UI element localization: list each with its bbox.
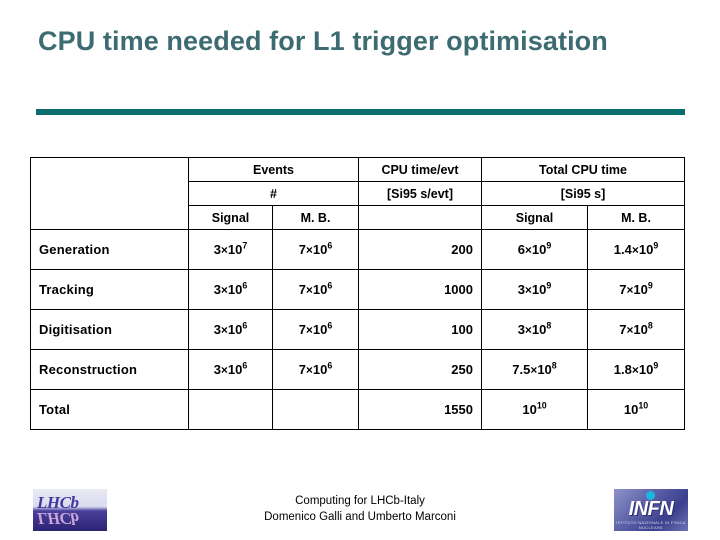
- lhcb-logo: LHCb LHCb: [33, 489, 107, 531]
- cell-events-signal: 3×106: [188, 349, 273, 390]
- cell-total-mb: 1.8×109: [586, 349, 686, 390]
- row-stage-label: Tracking: [30, 269, 189, 310]
- cell-total-signal: 3×109: [481, 269, 588, 310]
- lhcb-logo-text: LHCb: [37, 493, 79, 512]
- cell-total-signal: 1010: [481, 389, 588, 430]
- cell-events-signal: 3×107: [188, 229, 273, 270]
- table-row: Tracking 3×106 7×106 1000 3×109 7×109: [30, 269, 686, 310]
- cell-cpu-time-per-evt: 100: [358, 309, 482, 350]
- cell-events-signal: 3×106: [188, 269, 273, 310]
- header-sub-events-mb: M. B.: [272, 205, 359, 230]
- header-sub-cpu-blank: [358, 205, 482, 230]
- cell-events-signal: [188, 389, 273, 430]
- cell-cpu-time-per-evt: 1550: [358, 389, 482, 430]
- cell-cpu-time-per-evt: 250: [358, 349, 482, 390]
- table-row: Total 1550 1010 1010: [30, 389, 686, 430]
- header-unit-cpu-time-per-evt: [Si95 s/evt]: [358, 181, 482, 206]
- footer-line-1: Computing for LHCb-Italy: [295, 495, 425, 507]
- cell-events-mb: 7×106: [272, 269, 359, 310]
- header-sub-total-mb: M. B.: [586, 205, 686, 230]
- cell-total-signal: 3×108: [481, 309, 588, 350]
- header-group-cpu-time-per-evt: CPU time/evt: [358, 157, 482, 182]
- cell-total-signal: 7.5×108: [481, 349, 588, 390]
- page-title: CPU time needed for L1 trigger optimisat…: [38, 26, 608, 56]
- row-stage-label: Reconstruction: [30, 349, 189, 390]
- header-group-events: Events: [188, 157, 359, 182]
- cell-events-mb: 7×106: [272, 309, 359, 350]
- lhcb-logo-text-reflection: LHCb: [37, 509, 79, 528]
- cell-total-mb: 1010: [586, 389, 686, 430]
- cpu-time-table: Events CPU time/evt Total CPU time # [Si…: [30, 157, 686, 430]
- cell-events-mb: 7×106: [272, 229, 359, 270]
- cell-total-mb: 7×109: [586, 269, 686, 310]
- cell-cpu-time-per-evt: 200: [358, 229, 482, 270]
- header-unit-total-cpu-time: [Si95 s]: [480, 181, 686, 206]
- table-row: Generation 3×107 7×106 200 6×109 1.4×109: [30, 229, 686, 270]
- cell-total-mb: 7×108: [586, 309, 686, 350]
- table-body: Generation 3×107 7×106 200 6×109 1.4×109 Track…: [30, 229, 686, 430]
- cell-total-signal: 6×109: [481, 229, 588, 270]
- infn-logo-subtext: ISTITUTO NAZIONALE DI FISICA NUCLEARE: [616, 520, 686, 530]
- cell-events-signal: 3×106: [188, 309, 273, 350]
- header-sub-total-signal: Signal: [481, 205, 588, 230]
- row-stage-label: Generation: [30, 229, 189, 270]
- table-header-row-groups: Events CPU time/evt Total CPU time: [30, 157, 686, 230]
- cell-cpu-time-per-evt: 1000: [358, 269, 482, 310]
- row-stage-label: Digitisation: [30, 309, 189, 350]
- header-group-total-cpu-time: Total CPU time: [480, 157, 686, 182]
- header-sub-events-signal: Signal: [188, 205, 273, 230]
- cell-events-mb: 7×106: [272, 349, 359, 390]
- table-row: Digitisation 3×106 7×106 100 3×108 7×108: [30, 309, 686, 350]
- table-corner-cell: [30, 157, 189, 230]
- footer-line-2: Domenico Galli and Umberto Marconi: [264, 510, 456, 523]
- cell-events-mb: [272, 389, 359, 430]
- table-row: Reconstruction 3×106 7×106 250 7.5×108 1.8×10…: [30, 349, 686, 390]
- title-divider: [36, 109, 685, 115]
- cell-total-mb: 1.4×109: [586, 229, 686, 270]
- infn-logo-text: INFN: [628, 498, 674, 520]
- footer: Computing for LHCb-Italy Domenico Galli …: [130, 494, 590, 526]
- row-stage-label: Total: [30, 389, 189, 430]
- infn-logo: INFN ISTITUTO NAZIONALE DI FISICA NUCLEA…: [614, 489, 688, 531]
- header-unit-events: #: [188, 181, 359, 206]
